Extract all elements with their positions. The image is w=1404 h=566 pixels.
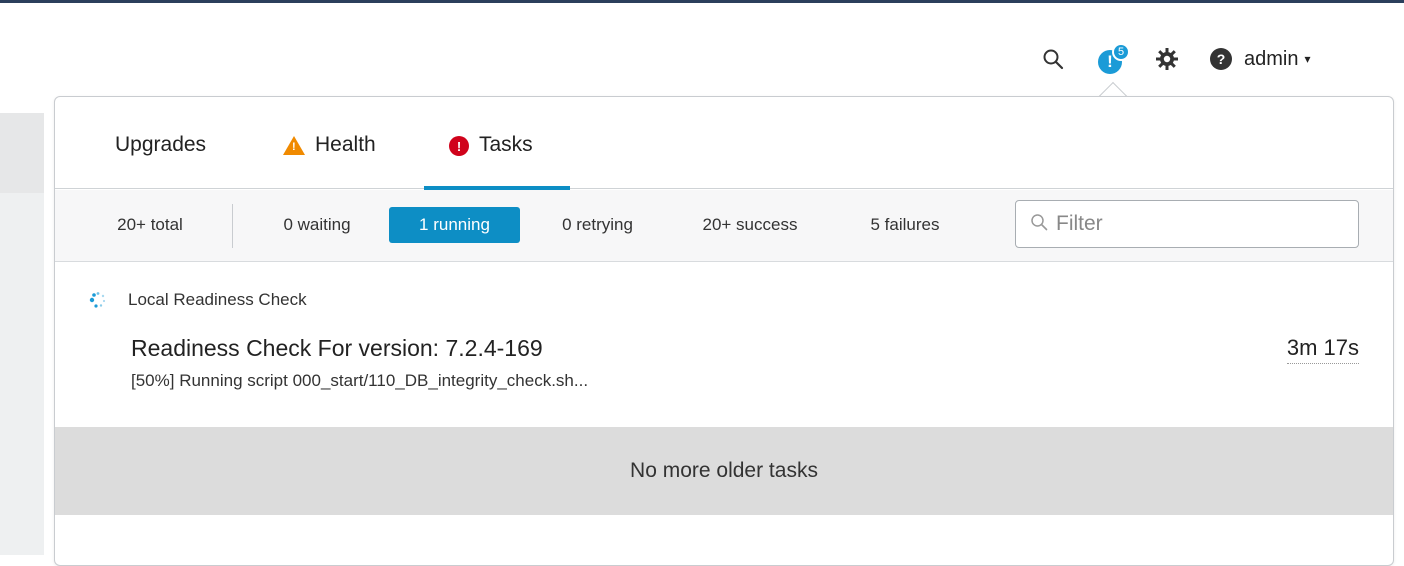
notification-count-badge: 5 — [1112, 43, 1130, 61]
task-title: Readiness Check For version: 7.2.4-169 — [131, 335, 543, 361]
search-icon[interactable] — [1040, 46, 1066, 72]
task-item[interactable]: Local Readiness Check Readiness Check Fo… — [55, 263, 1393, 427]
tab-label: Health — [315, 133, 376, 156]
notifications-button[interactable]: ! 5 — [1096, 43, 1130, 74]
user-name: admin — [1244, 47, 1299, 70]
chevron-down-icon: ▾ — [1304, 52, 1311, 66]
top-border — [0, 0, 1404, 3]
tab-health[interactable]: ! Health — [283, 133, 376, 189]
filter-input[interactable] — [1056, 212, 1336, 236]
header-toolbar: ! 5 ? admin ▾ — [1040, 36, 1311, 82]
task-header: Local Readiness Check — [88, 290, 307, 310]
warning-triangle-icon: ! — [283, 136, 305, 155]
search-icon — [1030, 213, 1048, 236]
filter-retrying[interactable]: 0 retrying — [545, 207, 650, 243]
filter-failures[interactable]: 5 failures — [855, 207, 955, 243]
filter-waiting[interactable]: 0 waiting — [267, 207, 367, 243]
filter-success[interactable]: 20+ success — [685, 207, 815, 243]
user-menu[interactable]: admin ▾ — [1244, 48, 1311, 71]
tab-label: Tasks — [479, 133, 533, 156]
panel-tabs: Upgrades ! Health ! Tasks — [55, 97, 1393, 190]
help-icon[interactable]: ? — [1210, 48, 1232, 70]
task-elapsed-time: 3m 17s — [1286, 335, 1359, 364]
notifications-panel: Upgrades ! Health ! Tasks 20+ total 0 wa… — [54, 96, 1394, 566]
spinner-icon — [88, 290, 108, 310]
gear-icon[interactable] — [1154, 46, 1180, 72]
background-sidebar-lower — [0, 193, 44, 555]
tab-tasks[interactable]: ! Tasks — [424, 133, 570, 190]
filter-search-box[interactable] — [1015, 200, 1359, 248]
task-detail: [50%] Running script 000_start/110_DB_in… — [131, 371, 589, 390]
task-category: Local Readiness Check — [128, 290, 307, 309]
no-more-tasks-bar: No more older tasks — [55, 427, 1393, 515]
tab-upgrades[interactable]: Upgrades — [115, 133, 206, 189]
background-sidebar — [0, 113, 44, 555]
error-circle-icon: ! — [449, 136, 469, 156]
task-filter-bar: 20+ total 0 waiting 1 running 0 retrying… — [55, 190, 1393, 262]
filter-total[interactable]: 20+ total — [95, 207, 205, 243]
filter-running[interactable]: 1 running — [389, 207, 520, 243]
divider — [232, 204, 233, 248]
tab-label: Upgrades — [115, 133, 207, 156]
